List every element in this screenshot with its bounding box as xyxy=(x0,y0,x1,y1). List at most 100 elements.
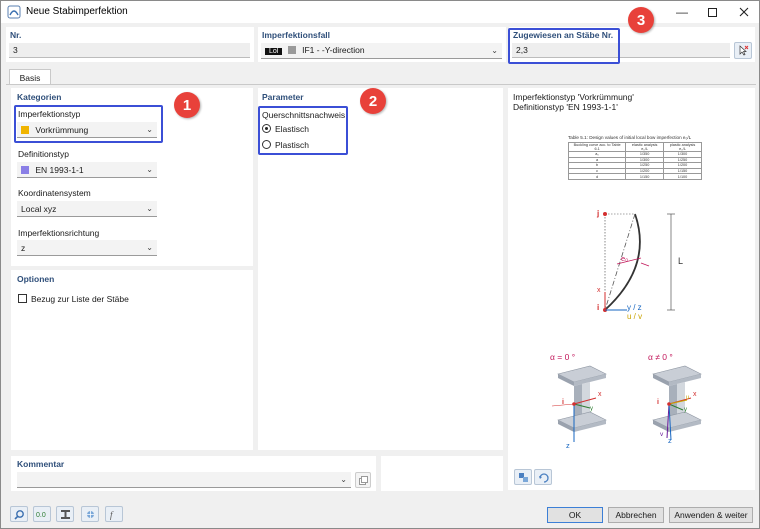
case-value: IF1 - -Y-direction xyxy=(302,45,365,55)
kategorien-header: Kategorien xyxy=(17,92,62,102)
beam2-label-v: v xyxy=(660,431,664,438)
nr-panel: Nr. 3 xyxy=(6,27,254,62)
beam2-label-x: x xyxy=(693,391,697,398)
tab-divider xyxy=(6,84,756,85)
i-beam-alpha-zero xyxy=(551,365,607,442)
comment-side-panel xyxy=(381,456,503,491)
display-options-button[interactable] xyxy=(81,506,99,522)
pick-cursor-icon xyxy=(739,45,748,56)
imperfection-case-panel: Imperfektionsfall Lol IF1 - -Y-direction… xyxy=(258,27,506,62)
diagram-label-i: i xyxy=(597,303,600,312)
preview-panel: Imperfektionstyp 'Vorkrümmung' Definitio… xyxy=(508,88,755,490)
diagram-label-j: j xyxy=(597,209,600,218)
optionen-header: Optionen xyxy=(17,274,55,284)
diagram-label-yz: y / z xyxy=(627,303,642,312)
nr-label: Nr. xyxy=(10,30,22,40)
units-button[interactable]: 0.0 xyxy=(33,506,51,522)
beam1-label-i: i xyxy=(562,399,564,406)
window-title: Neue Stabimperfektion xyxy=(26,6,128,17)
svg-text:f: f xyxy=(110,510,114,520)
imperfection-direction-label: Imperfektionsrichtung xyxy=(18,228,100,238)
tab-basis[interactable]: Basis xyxy=(9,69,51,85)
app-icon xyxy=(7,5,21,19)
beam2-label-z: z xyxy=(668,436,672,445)
table-head-curve: Buckling curve acc. to Table 6.1 xyxy=(567,142,627,152)
optionen-panel: Optionen Bezug zur Liste der Stäbe xyxy=(11,270,253,450)
imperfection-table: Buckling curve acc. to Table 6.1 elastic… xyxy=(567,142,702,180)
copy-icon xyxy=(358,475,368,485)
decimal-units-icon: 0.0 xyxy=(36,512,46,519)
comment-input[interactable]: ⌄ xyxy=(17,472,351,488)
beam2-label-i: i xyxy=(657,399,659,406)
chevron-down-icon: ⌄ xyxy=(340,475,347,484)
definition-type-select[interactable]: EN 1993-1-1 ⌄ xyxy=(17,162,157,178)
table-cell: d xyxy=(567,173,627,180)
coordinate-system-value: Local xyz xyxy=(21,204,57,214)
preview-caption: Imperfektionstyp 'Vorkrümmung' Definitio… xyxy=(513,92,634,112)
callout-badge-3: 3 xyxy=(628,7,654,33)
chevron-down-icon: ⌄ xyxy=(146,165,153,174)
chevron-down-icon: ⌄ xyxy=(146,243,153,252)
table-caption: Table 5.1: Design values of initial loca… xyxy=(568,135,692,140)
table-header-row: Buckling curve acc. to Table 6.1 elastic… xyxy=(567,142,702,152)
kommentar-panel: Kommentar ⌄ xyxy=(11,456,376,491)
search-icon xyxy=(13,509,24,520)
table-cell: 1/100 xyxy=(663,173,702,180)
alpha-zero-label: α = 0 ° xyxy=(550,352,576,362)
close-button[interactable] xyxy=(729,1,759,23)
table-head-elastic: elastic analysis e₀/L xyxy=(625,142,665,152)
beam2-label-u: u xyxy=(686,395,690,401)
select-members-button[interactable] xyxy=(734,42,752,59)
definition-type-value: EN 1993-1-1 xyxy=(35,165,84,175)
svg-text:0.0: 0.0 xyxy=(36,512,46,519)
apply-next-button[interactable]: Anwenden & weiter xyxy=(669,507,753,523)
callout-badge-1: 1 xyxy=(174,92,200,118)
rotate-view-icon xyxy=(538,472,549,483)
table-head-plastic: plastic analysis e₀/L xyxy=(663,142,702,152)
minimize-button[interactable]: — xyxy=(667,1,697,23)
imperfection-case-select[interactable]: Lol IF1 - -Y-direction ⌄ xyxy=(261,43,502,59)
nr-input[interactable]: 3 xyxy=(9,43,250,58)
cancel-button[interactable]: Abbrechen xyxy=(608,507,664,523)
beam1-label-x: x xyxy=(598,391,602,398)
imperfection-direction-select[interactable]: z ⌄ xyxy=(17,240,157,256)
comment-edit-button[interactable] xyxy=(355,472,371,488)
dialog-window: Neue Stabimperfektion — Nr. 3 Imperfekti… xyxy=(0,0,760,529)
diagram-label-e0: e₀ xyxy=(621,254,629,263)
close-icon xyxy=(739,7,749,17)
chevron-down-icon: ⌄ xyxy=(146,204,153,213)
formula-icon: f xyxy=(110,510,114,520)
tab-basis-label: Basis xyxy=(19,72,41,83)
definition-type-label: Definitionstyp xyxy=(18,149,70,159)
imperfection-direction-value: z xyxy=(21,243,26,253)
member-list-checkbox[interactable] xyxy=(18,294,27,303)
highlight-assigned-members xyxy=(508,28,620,64)
search-button[interactable] xyxy=(10,506,28,522)
diagram-label-L: L xyxy=(678,256,684,266)
view-settings-icon xyxy=(518,472,528,482)
ok-button[interactable]: OK xyxy=(547,507,603,523)
beam1-label-y: y xyxy=(590,406,593,412)
table-row: d 1/150 1/100 xyxy=(567,173,702,180)
member-info-button[interactable] xyxy=(56,506,74,522)
beam1-label-z: z xyxy=(566,441,570,450)
maximize-icon xyxy=(707,7,717,17)
coordinate-system-select[interactable]: Local xyz ⌄ xyxy=(17,201,157,217)
member-info-icon xyxy=(60,509,70,519)
alpha-nonzero-label: α ≠ 0 ° xyxy=(648,352,673,362)
display-options-icon xyxy=(86,510,94,518)
preview-options-button[interactable] xyxy=(514,469,532,485)
table-cell: 1/150 xyxy=(625,173,665,180)
chevron-down-icon: ⌄ xyxy=(491,46,498,55)
preview-caption-line1: Imperfektionstyp 'Vorkrümmung' xyxy=(513,92,634,102)
formula-button[interactable]: f xyxy=(105,506,123,522)
preview-rotate-button[interactable] xyxy=(534,469,552,485)
imperfection-case-label: Imperfektionsfall xyxy=(262,30,331,40)
kommentar-header: Kommentar xyxy=(17,459,65,469)
i-beam-alpha-nonzero xyxy=(652,365,702,441)
diagram-label-uv: u / v xyxy=(627,312,643,321)
case-badge: Lol xyxy=(265,48,283,55)
maximize-button[interactable] xyxy=(697,1,727,23)
highlight-imperfection-type xyxy=(14,105,163,143)
case-swatch xyxy=(287,46,296,54)
